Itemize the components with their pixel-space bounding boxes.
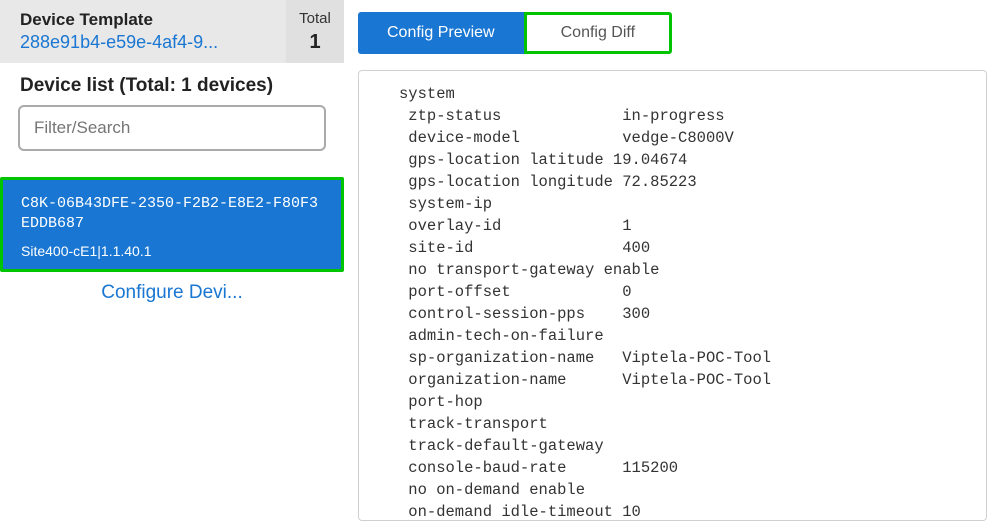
total-box: Total 1 xyxy=(286,0,344,63)
config-panel: system ztp-status in-progress device-mod… xyxy=(358,70,987,521)
config-text[interactable]: system ztp-status in-progress device-mod… xyxy=(359,71,986,521)
total-label: Total xyxy=(299,10,331,27)
device-item-highlight: C8K-06B43DFE-2350-F2B2-E8E2-F80F3EDDB687… xyxy=(0,177,344,272)
device-uuid: C8K-06B43DFE-2350-F2B2-E8E2-F80F3EDDB687 xyxy=(21,194,323,235)
main-panel: Config Preview Config Diff system ztp-st… xyxy=(344,0,999,521)
template-info: Device Template 288e91b4-e59e-4af4-9... xyxy=(0,0,286,63)
template-header: Device Template 288e91b4-e59e-4af4-9... … xyxy=(0,0,344,63)
device-list-title: Device list (Total: 1 devices) xyxy=(0,63,344,105)
tabs: Config Preview Config Diff xyxy=(358,12,987,54)
sidebar: Device Template 288e91b4-e59e-4af4-9... … xyxy=(0,0,344,521)
device-template-label: Device Template xyxy=(20,10,266,30)
device-hostname-ip: Site400-cE1|1.1.40.1 xyxy=(21,243,323,259)
search-input[interactable] xyxy=(18,105,326,151)
tab-config-diff[interactable]: Config Diff xyxy=(524,12,672,54)
tab-config-preview[interactable]: Config Preview xyxy=(358,12,524,54)
configure-device-link[interactable]: Configure Devi... xyxy=(0,272,344,314)
device-item[interactable]: C8K-06B43DFE-2350-F2B2-E8E2-F80F3EDDB687… xyxy=(3,180,341,269)
device-template-id[interactable]: 288e91b4-e59e-4af4-9... xyxy=(20,32,266,53)
total-value: 1 xyxy=(309,31,320,54)
search-wrap xyxy=(0,105,344,151)
